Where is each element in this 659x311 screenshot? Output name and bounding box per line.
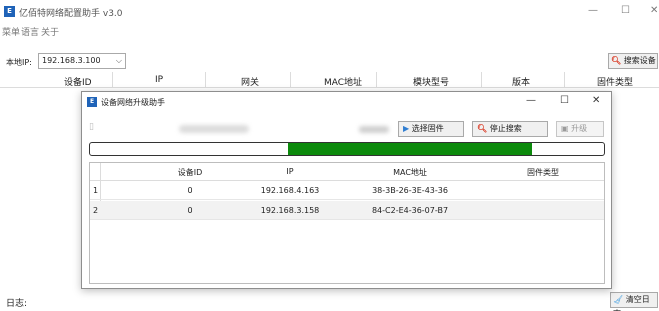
- upgrade-progress-bar: [89, 142, 605, 156]
- col-divider: [564, 72, 565, 88]
- close-button[interactable]: ✕: [650, 5, 658, 16]
- dialog-title: 设备网络升级助手: [101, 98, 165, 107]
- menu-item-about[interactable]: 关于: [41, 25, 59, 38]
- file-path-cursor: ▯: [89, 122, 94, 132]
- row-number: 1: [93, 186, 99, 195]
- save-disk-icon: ▣: [561, 124, 569, 133]
- dialog-maximize-button[interactable]: ☐: [560, 95, 569, 106]
- upgrade-label: 升级: [571, 124, 588, 133]
- col-firmware-type[interactable]: 固件类型: [480, 167, 606, 178]
- device-table-header: 设备ID IP MAC地址 固件类型: [90, 163, 604, 181]
- cell-device-id: 0: [187, 206, 193, 215]
- col-device-id[interactable]: 设备ID: [140, 167, 240, 178]
- col-ip[interactable]: IP: [155, 75, 163, 85]
- col-divider: [205, 72, 206, 88]
- local-ip-select[interactable]: 192.168.3.100 ⌵: [38, 53, 126, 69]
- search-icon: 🔍︎: [611, 56, 622, 65]
- device-grid-header: 设备ID IP 网关 MAC地址 模块型号 版本 固件类型: [0, 72, 659, 88]
- cell-mac: 84-C2-E4-36-07-B7: [371, 206, 449, 215]
- window-title: 亿佰特网络配置助手 v3.0: [19, 9, 123, 19]
- folder-icon: ▶: [403, 124, 410, 133]
- toolbar: 本地IP: 192.168.3.100 ⌵ 🔍︎ 搜索设备: [0, 52, 659, 70]
- table-row[interactable]: 1 0 192.168.4.163 38-3B-26-3E-43-36: [90, 181, 604, 200]
- menu-item-language[interactable]: 语言: [21, 25, 39, 38]
- stop-search-button[interactable]: 🔍︎ 停止搜索: [472, 121, 548, 137]
- dialog-minimize-button[interactable]: —: [526, 95, 536, 106]
- broom-icon: 🧹︎: [613, 295, 624, 304]
- progress-fill: [287, 143, 533, 155]
- col-gateway[interactable]: 网关: [241, 75, 259, 88]
- col-mac[interactable]: MAC地址: [324, 75, 362, 88]
- cell-ip: 192.168.4.163: [260, 186, 320, 195]
- select-firmware-button[interactable]: ▶ 选择固件: [398, 121, 464, 137]
- clear-log-button[interactable]: 🧹︎ 清空日志: [610, 292, 658, 311]
- device-table: 设备ID IP MAC地址 固件类型 1 0 192.168.4.163 38-…: [89, 162, 605, 284]
- table-row[interactable]: 2 0 192.168.3.158 84-C2-E4-36-07-B7: [90, 201, 604, 220]
- main-titlebar: E 亿佰特网络配置助手 v3.0 — ☐ ✕: [0, 0, 659, 22]
- menubar: 菜单 语言 关于: [0, 23, 659, 38]
- col-divider: [376, 72, 377, 88]
- stop-search-label: 停止搜索: [489, 124, 522, 133]
- dialog-close-button[interactable]: ✕: [592, 95, 600, 106]
- dialog-toolbar: ▯ ▶ 选择固件 🔍︎ 停止搜索 ▣ 升级: [82, 120, 611, 138]
- cell-mac: 38-3B-26-3E-43-36: [372, 186, 448, 195]
- upgrade-button[interactable]: ▣ 升级: [556, 121, 604, 137]
- row-number: 2: [93, 206, 99, 215]
- local-ip-label: 本地IP:: [6, 58, 32, 67]
- local-ip-value: 192.168.3.100: [42, 56, 101, 65]
- dialog-titlebar: E 设备网络升级助手 — ☐ ✕: [82, 92, 611, 112]
- col-device-id[interactable]: 设备ID: [64, 75, 92, 88]
- search-devices-button[interactable]: 🔍︎ 搜索设备: [608, 53, 658, 69]
- search-devices-label: 搜索设备: [623, 56, 656, 65]
- app-icon: E: [4, 6, 15, 17]
- dialog-app-icon: E: [87, 97, 97, 107]
- chevron-down-icon: ⌵: [115, 56, 122, 65]
- log-label: 日志:: [6, 299, 28, 309]
- cell-ip: 192.168.3.158: [260, 206, 320, 215]
- maximize-button[interactable]: ☐: [621, 5, 630, 16]
- minimize-button[interactable]: —: [588, 5, 598, 16]
- col-mac[interactable]: MAC地址: [340, 167, 480, 178]
- search-icon: 🔍︎: [477, 124, 488, 133]
- firmware-path-field[interactable]: ▯: [89, 122, 389, 136]
- col-divider: [290, 72, 291, 88]
- col-divider: [112, 72, 113, 88]
- blurred-path: [359, 126, 389, 133]
- col-ip[interactable]: IP: [240, 167, 340, 176]
- col-firmware-type[interactable]: 固件类型: [597, 75, 633, 88]
- col-version[interactable]: 版本: [512, 75, 530, 88]
- menu-item-menu[interactable]: 菜单: [2, 25, 20, 38]
- select-firmware-label: 选择固件: [411, 124, 444, 133]
- col-divider: [481, 72, 482, 88]
- col-module-model[interactable]: 模块型号: [413, 75, 449, 88]
- cell-device-id: 0: [187, 186, 193, 195]
- upgrade-dialog: E 设备网络升级助手 — ☐ ✕ ▯ ▶ 选择固件 🔍︎ 停止搜索 ▣ 升级 设…: [81, 91, 612, 289]
- blurred-path: [179, 125, 249, 133]
